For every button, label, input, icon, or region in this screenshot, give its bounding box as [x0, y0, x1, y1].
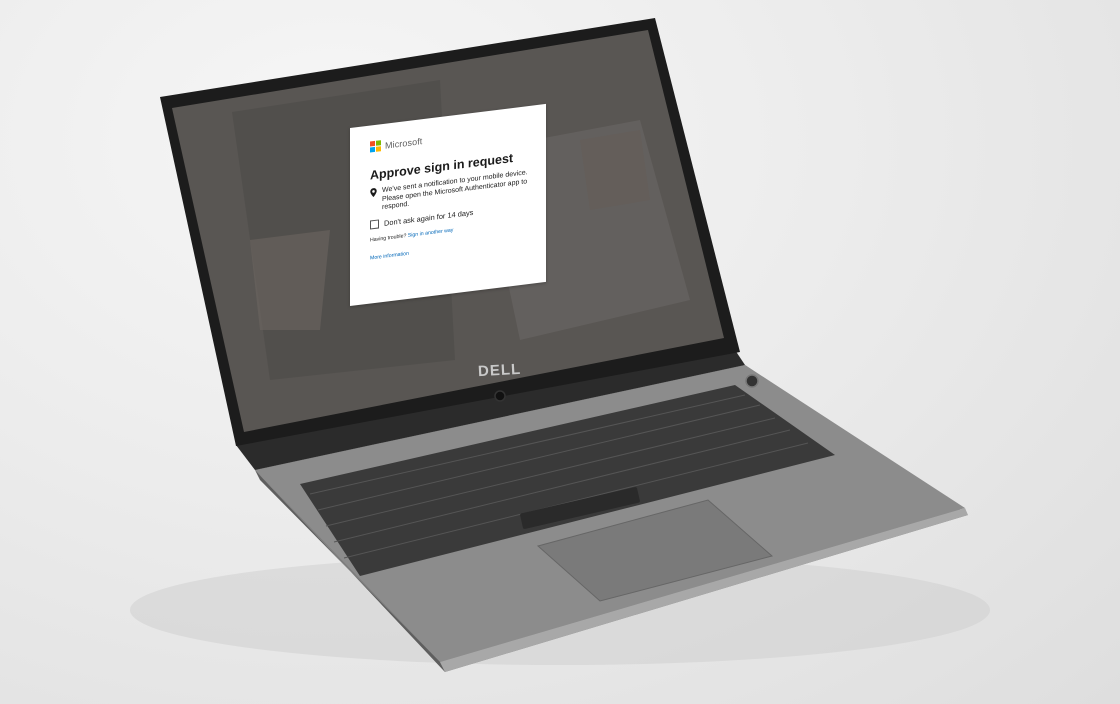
dell-logo: DELL	[477, 360, 522, 381]
laptop-illustration	[0, 0, 1120, 704]
authenticator-lock-icon	[370, 188, 377, 198]
microsoft-logo-icon	[370, 140, 381, 153]
sign-in-another-way-link[interactable]: Sign in another way	[408, 227, 454, 239]
touchpad	[536, 499, 774, 602]
approve-sign-in-dialog: Microsoft Approve sign in request We've …	[350, 103, 546, 306]
laptop-shadow	[130, 555, 990, 665]
brand-name: Microsoft	[385, 135, 423, 151]
microsoft-brand: Microsoft	[370, 122, 530, 153]
power-button	[745, 374, 759, 388]
dont-ask-again-checkbox[interactable]	[370, 219, 379, 230]
keyboard	[300, 385, 835, 576]
laptop-base	[255, 365, 968, 672]
webcam	[494, 390, 506, 402]
having-trouble-text: Having trouble?	[370, 232, 407, 244]
